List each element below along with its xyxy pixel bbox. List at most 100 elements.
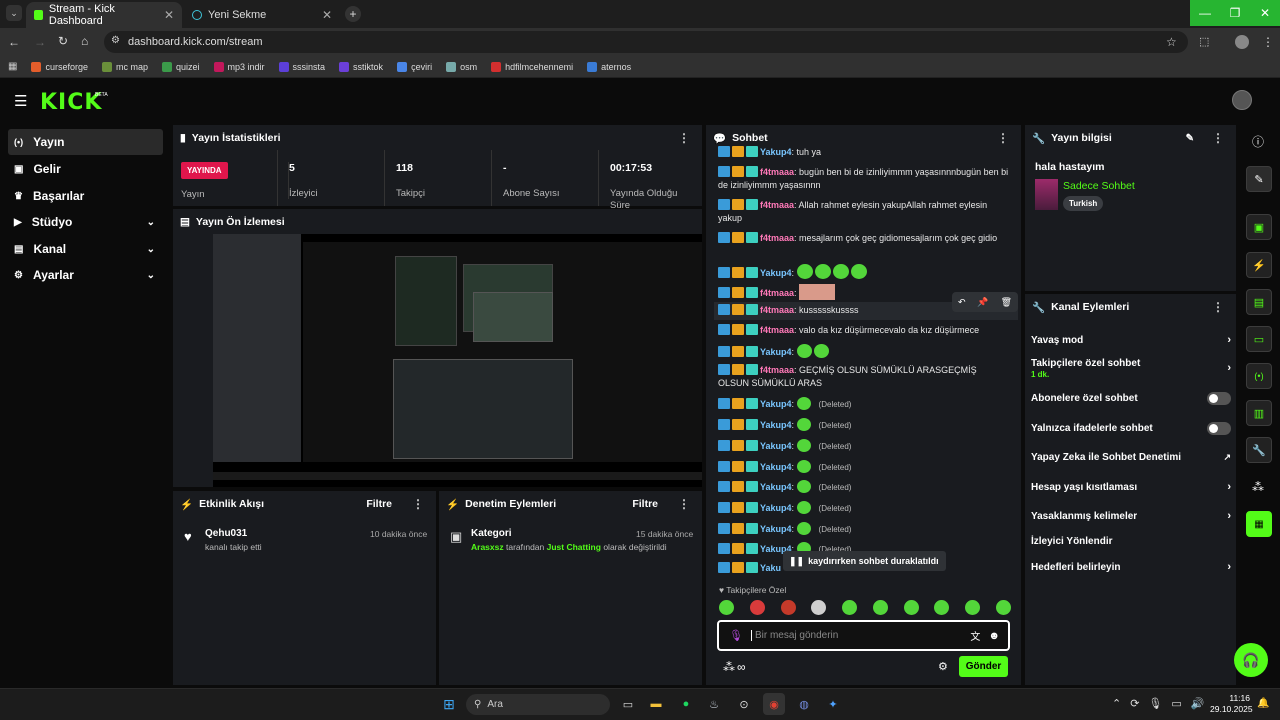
more-icon[interactable]: ⋮ bbox=[1212, 131, 1224, 145]
redirect-viewers-row[interactable]: İzleyici Yönlendir bbox=[1031, 536, 1231, 547]
emote-picker-icon[interactable] bbox=[842, 600, 858, 615]
nav-yayin[interactable]: (•) Yayın bbox=[8, 129, 163, 155]
tab-kick-dashboard[interactable]: Stream - Kick Dashboard ✕ bbox=[26, 2, 182, 28]
system-tray-icons[interactable]: ⌃⟳🎙▭🔊 bbox=[1112, 697, 1214, 710]
bookmark-sssinsta[interactable]: sssinsta bbox=[278, 61, 325, 72]
scene-icon[interactable]: ▣ bbox=[1246, 214, 1272, 240]
slow-mode-row[interactable]: Yavaş mod › bbox=[1031, 334, 1231, 346]
tab-new-tab[interactable]: Yeni Sekme ✕ bbox=[184, 2, 340, 28]
minimize-button[interactable]: — bbox=[1190, 0, 1220, 26]
browser-menu-icon[interactable]: ⋮ bbox=[1262, 35, 1274, 49]
nav-studyo[interactable]: ▶ Stüdyo ⌄ bbox=[8, 209, 163, 235]
moderation-user[interactable]: Arasxsz bbox=[471, 542, 504, 552]
chat-message[interactable]: Yakup4: bbox=[718, 264, 1010, 280]
reload-icon[interactable]: ↻ bbox=[58, 34, 68, 48]
tab-search-button[interactable]: ⌄ bbox=[6, 5, 22, 21]
active-app-icon[interactable]: ▦ bbox=[1246, 511, 1272, 537]
more-icon[interactable]: ⋮ bbox=[997, 131, 1009, 145]
taskbar-search[interactable]: ⚲ Ara bbox=[466, 694, 610, 715]
followers-chat-row[interactable]: Takipçilere özel sohbet 1 dk. › bbox=[1031, 358, 1231, 380]
more-icon[interactable]: ⋮ bbox=[678, 131, 690, 145]
chat-paused-banner[interactable]: ❚❚ kaydırırken sohbet duraklatıldı bbox=[783, 551, 946, 571]
url-bar[interactable]: dashboard.kick.com/stream bbox=[104, 31, 1188, 53]
language-tag[interactable]: Turkish bbox=[1063, 196, 1104, 211]
chat-message[interactable]: Yakup4: bbox=[718, 344, 1010, 359]
subs-chat-row[interactable]: Abonelere özel sohbet bbox=[1031, 392, 1231, 405]
new-tab-button[interactable]: + bbox=[345, 6, 361, 22]
chat-message[interactable]: f4tmaaa: valo da kız düşürmecevalo da kı… bbox=[718, 324, 1010, 337]
site-info-icon[interactable]: ⚙ bbox=[111, 35, 120, 46]
emote-picker-icon[interactable] bbox=[749, 600, 765, 615]
more-icon[interactable]: ⋮ bbox=[678, 497, 690, 511]
support-button[interactable]: 🎧 bbox=[1234, 643, 1268, 677]
timeout-icon[interactable]: ↶ bbox=[958, 297, 966, 308]
emote-picker-icon[interactable] bbox=[811, 600, 827, 615]
discord-icon[interactable]: ◍ bbox=[793, 693, 815, 715]
windows-start-icon[interactable]: ⊞ bbox=[438, 693, 460, 715]
home-icon[interactable]: ⌂ bbox=[81, 34, 88, 48]
moderation-category[interactable]: Just Chatting bbox=[547, 542, 601, 552]
emote-picker-icon[interactable] bbox=[995, 600, 1011, 615]
chat-input[interactable]: 🎙 Bir mesaj gönderin 文 ☻ bbox=[717, 620, 1010, 651]
edit-sidebar-icon[interactable]: ✎ bbox=[1246, 166, 1272, 192]
kick-logo[interactable]: KICK bbox=[40, 90, 102, 115]
taskbar-app-icon[interactable]: ⊙ bbox=[733, 693, 755, 715]
task-view-icon[interactable]: ▭ bbox=[617, 693, 639, 715]
forward-icon[interactable]: → bbox=[34, 35, 46, 49]
close-tab-icon[interactable]: ✕ bbox=[164, 8, 174, 22]
clock[interactable]: 11:16 29.10.2025 bbox=[1210, 693, 1253, 715]
send-button[interactable]: Gönder bbox=[959, 656, 1008, 677]
delete-icon[interactable]: 🗑 bbox=[1001, 297, 1012, 308]
nav-gelir[interactable]: ▣ Gelir bbox=[8, 156, 163, 182]
chat-message-deleted[interactable]: Yakup4: (Deleted) bbox=[718, 501, 1010, 515]
chat-message-deleted[interactable]: Yakup4: (Deleted) bbox=[718, 480, 1010, 494]
emote-picker-icon[interactable] bbox=[780, 600, 796, 615]
document-icon[interactable]: ▤ bbox=[1246, 289, 1272, 315]
account-age-row[interactable]: Hesap yaşı kısıtlaması › bbox=[1031, 481, 1231, 493]
extensions-icon[interactable]: ⬚ bbox=[1199, 35, 1209, 48]
chat-message[interactable]: f4tmaaa: mesajlarım çok geç gidiomesajla… bbox=[718, 232, 1010, 245]
microphone-icon[interactable]: 🎙 bbox=[729, 629, 743, 642]
bookmark-ceviri[interactable]: çeviri bbox=[397, 61, 432, 72]
more-icon[interactable]: ⋮ bbox=[1212, 300, 1224, 314]
chat-message[interactable]: Yakup4: tuh ya bbox=[718, 146, 1010, 159]
nav-ayarlar[interactable]: ⚙ Ayarlar ⌄ bbox=[8, 262, 163, 288]
bookmark-sstiktok[interactable]: sstiktok bbox=[339, 61, 383, 72]
category-link[interactable]: Sadece Sohbet bbox=[1063, 180, 1135, 192]
bookmark-quizei[interactable]: quizei bbox=[162, 61, 200, 72]
stream-preview-video[interactable] bbox=[213, 234, 702, 487]
wrench-sidebar-icon[interactable]: 🔧 bbox=[1246, 437, 1272, 463]
pin-icon[interactable]: 📌 bbox=[977, 297, 988, 308]
activity-filter-button[interactable]: Filtre bbox=[366, 498, 392, 510]
apps-grid-icon[interactable]: ▦ bbox=[8, 61, 17, 72]
emote-picker-icon[interactable] bbox=[903, 600, 919, 615]
spotify-icon[interactable]: ● bbox=[675, 693, 697, 715]
chat-message[interactable]: f4tmaaa: Allah rahmet eylesin yakupAllah… bbox=[718, 199, 1010, 225]
hamburger-menu-icon[interactable]: ☰ bbox=[14, 92, 27, 110]
taskbar-app-2-icon[interactable]: ✦ bbox=[822, 693, 844, 715]
emote-picker-icon[interactable] bbox=[872, 600, 888, 615]
bookmark-hdfilmcehennemi[interactable]: hdfilmcehennemi bbox=[491, 61, 573, 72]
bookmark-star-icon[interactable]: ☆ bbox=[1166, 35, 1177, 49]
user-avatar[interactable] bbox=[1232, 90, 1252, 110]
bookmark-aternos[interactable]: aternos bbox=[587, 61, 631, 72]
layout-icon[interactable]: ▥ bbox=[1246, 400, 1272, 426]
chat-message-deleted[interactable]: Yakup4: (Deleted) bbox=[718, 397, 1010, 411]
chat-message[interactable]: f4tmaaa: bugün ben bi de izinliyimmm yaş… bbox=[718, 166, 1010, 192]
chat-message-deleted[interactable]: Yakup4: (Deleted) bbox=[718, 460, 1010, 474]
bookmark-osm[interactable]: osm bbox=[446, 61, 477, 72]
chat-message-deleted[interactable]: Yakup4: (Deleted) bbox=[718, 439, 1010, 453]
nav-basarilar[interactable]: ♛ Başarılar bbox=[8, 183, 163, 209]
bookmark-mc-map[interactable]: mc map bbox=[101, 61, 148, 72]
chrome-icon[interactable]: ◉ bbox=[763, 693, 785, 715]
apps-sidebar-icon[interactable]: ⁂ bbox=[1252, 480, 1264, 494]
back-icon[interactable]: ← bbox=[8, 35, 20, 49]
emote-picker-icon[interactable] bbox=[934, 600, 950, 615]
bolt-sidebar-icon[interactable]: ⚡ bbox=[1246, 252, 1272, 278]
nav-kanal[interactable]: ▤ Kanal ⌄ bbox=[8, 236, 163, 262]
translate-icon[interactable]: 文 bbox=[970, 628, 980, 643]
bookmark-curseforge[interactable]: curseforge bbox=[31, 61, 88, 72]
info-icon[interactable]: ⓘ bbox=[1252, 133, 1264, 150]
chat-message-deleted[interactable]: Yakup4: (Deleted) bbox=[718, 522, 1010, 536]
emote-chat-row[interactable]: Yalnızca ifadelerle sohbet bbox=[1031, 422, 1231, 435]
